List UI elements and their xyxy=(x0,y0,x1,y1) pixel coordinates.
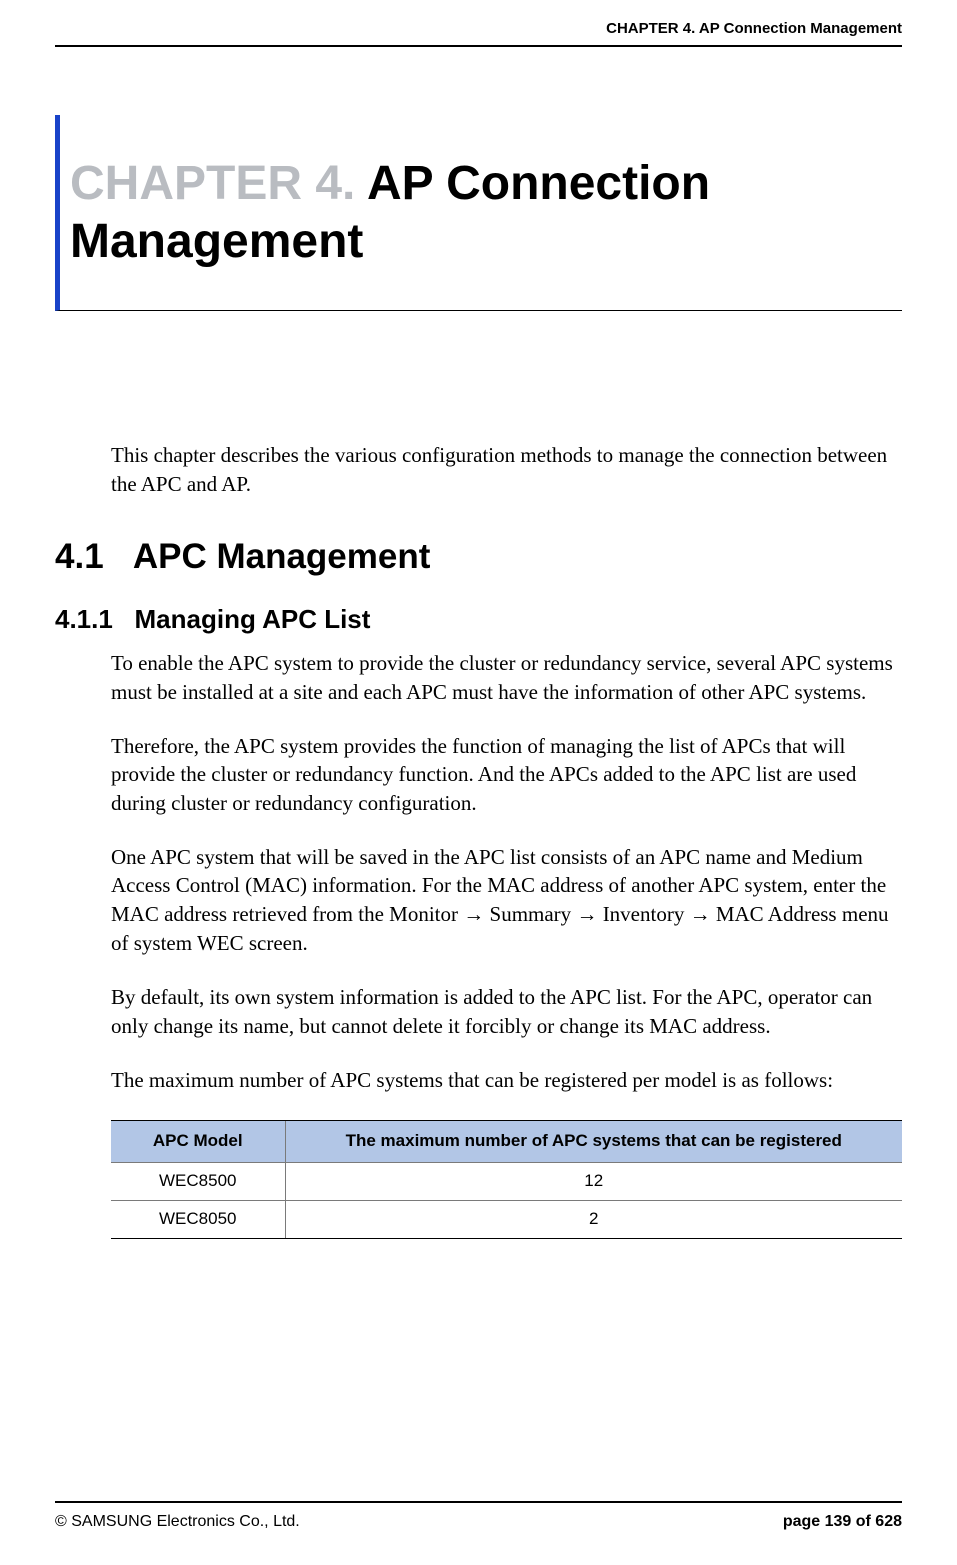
page-container: CHAPTER 4. AP Connection Management CHAP… xyxy=(0,0,957,1565)
header-divider xyxy=(55,45,902,47)
apc-model-table: APC Model The maximum number of APC syst… xyxy=(111,1120,902,1239)
body-para-2: Therefore, the APC system provides the f… xyxy=(111,732,902,817)
footer-copyright: © SAMSUNG Electronics Co., Ltd. xyxy=(55,1513,300,1531)
body-para-5: The maximum number of APC systems that c… xyxy=(111,1066,902,1094)
chapter-heading: CHAPTER 4. AP Connection Management xyxy=(70,155,902,270)
cell-max: 12 xyxy=(285,1163,902,1201)
section-number: 4.1 xyxy=(55,537,104,576)
cell-model: WEC8050 xyxy=(111,1201,285,1239)
body-para-1: To enable the APC system to provide the … xyxy=(111,649,902,706)
page-footer: © SAMSUNG Electronics Co., Ltd. page 139… xyxy=(55,1501,902,1531)
body-para-3: One APC system that will be saved in the… xyxy=(111,843,902,957)
footer-page-number: page 139 of 628 xyxy=(783,1513,902,1531)
table-header-row: APC Model The maximum number of APC syst… xyxy=(111,1121,902,1163)
table-header-max: The maximum number of APC systems that c… xyxy=(285,1121,902,1163)
arrow-icon: → xyxy=(576,903,597,926)
content-area: This chapter describes the various confi… xyxy=(55,311,902,1239)
table-header-model: APC Model xyxy=(111,1121,285,1163)
body-para-4: By default, its own system information i… xyxy=(111,983,902,1040)
chapter-title-block: CHAPTER 4. AP Connection Management xyxy=(55,115,902,311)
section-title: APC Management xyxy=(133,537,431,576)
subsection-number: 4.1.1 xyxy=(55,604,113,634)
section-4-1-heading: 4.1 APC Management xyxy=(55,533,902,580)
para3-part3: Inventory xyxy=(597,902,689,926)
cell-model: WEC8500 xyxy=(111,1163,285,1201)
running-header: CHAPTER 4. AP Connection Management xyxy=(55,20,902,45)
intro-paragraph: This chapter describes the various confi… xyxy=(111,441,902,498)
arrow-icon: → xyxy=(690,903,711,926)
subsection-title: Managing APC List xyxy=(135,604,371,634)
para3-part2: Summary xyxy=(484,902,576,926)
section-4-1-1-heading: 4.1.1 Managing APC List xyxy=(55,602,902,637)
table-row: WEC8050 2 xyxy=(111,1201,902,1239)
cell-max: 2 xyxy=(285,1201,902,1239)
chapter-number: CHAPTER 4. xyxy=(70,157,355,210)
table-row: WEC8500 12 xyxy=(111,1163,902,1201)
arrow-icon: → xyxy=(463,903,484,926)
